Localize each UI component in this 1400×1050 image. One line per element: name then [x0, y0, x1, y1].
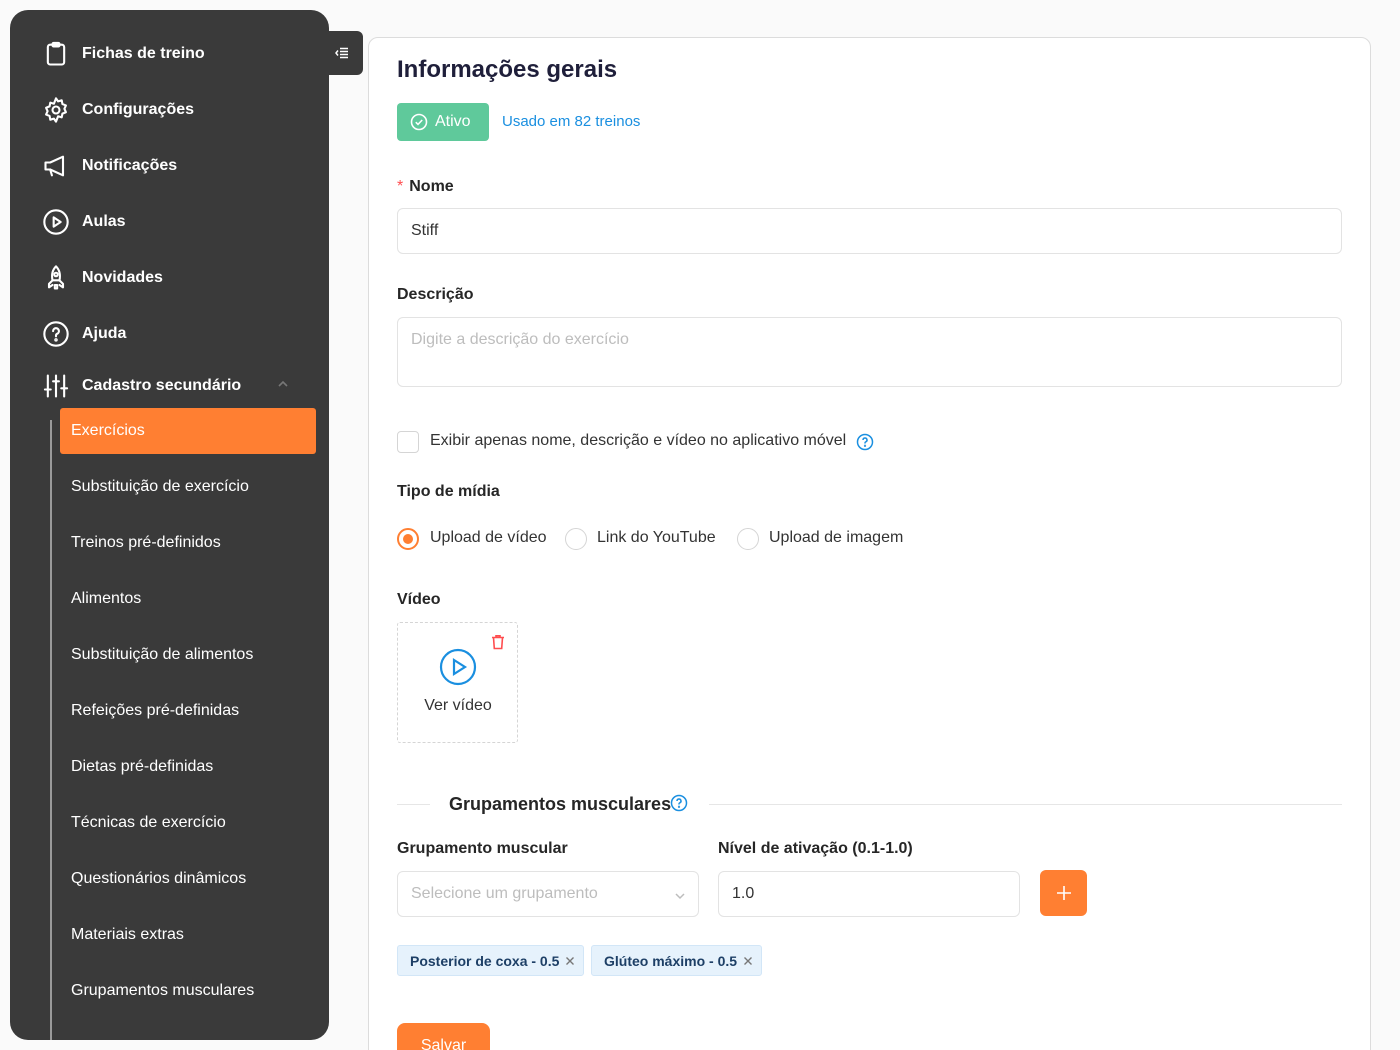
radio-youtube-link-label: Link do YouTube: [597, 529, 716, 546]
chevron-up-icon[interactable]: [276, 377, 290, 391]
close-icon[interactable]: [743, 956, 753, 966]
sidebar-item-notificacoes[interactable]: Notificações: [40, 146, 177, 186]
save-button[interactable]: Salvar: [397, 1023, 490, 1050]
sidebar-item-aulas[interactable]: Aulas: [40, 202, 126, 242]
description-label: Descrição: [397, 286, 474, 303]
sidebar-subitem-materiais-extras[interactable]: Materiais extras: [60, 912, 316, 958]
name-label: * Nome: [397, 178, 454, 196]
sidebar-item-label: Fichas de treino: [82, 45, 205, 62]
sidebar-item-fichas-de-treino[interactable]: Fichas de treino: [40, 34, 205, 74]
sidebar-subitem-substituicao-alimentos[interactable]: Substituição de alimentos: [60, 632, 316, 678]
play-circle-icon[interactable]: [438, 647, 478, 687]
question-circle-icon: [40, 318, 72, 350]
sidebar-subitem-refeicoes-predefinidas[interactable]: Refeições pré-definidas: [60, 688, 316, 734]
radio-upload-video[interactable]: [397, 528, 419, 550]
muscle-group-select[interactable]: Selecione um grupamento: [397, 871, 699, 917]
view-video-caption: Ver vídeo: [424, 697, 492, 714]
divider: [397, 804, 430, 805]
sidebar-subitem-exercicios[interactable]: Exercícios: [60, 408, 316, 454]
submenu-line: [50, 420, 52, 1040]
megaphone-icon: [40, 150, 72, 182]
gear-icon: [40, 94, 72, 126]
muscle-group-label: Grupamento muscular: [397, 840, 568, 857]
add-muscle-group-button[interactable]: [1040, 870, 1087, 916]
description-textarea[interactable]: Digite a descrição do exercício: [397, 317, 1342, 387]
name-input[interactable]: Stiff: [397, 208, 1342, 254]
page-title: Informações gerais: [397, 56, 618, 83]
muscle-group-placeholder: Selecione um grupamento: [411, 885, 598, 902]
sidebar-item-label: Notificações: [82, 157, 178, 174]
sidebar-item-label: Configurações: [82, 101, 195, 118]
status-badge: Ativo: [397, 103, 489, 141]
help-icon[interactable]: [670, 794, 688, 812]
sliders-icon: [40, 370, 72, 402]
video-label: Vídeo: [397, 591, 441, 608]
clipboard-icon: [40, 38, 72, 70]
muscle-tag: Posterior de coxa - 0.5: [397, 945, 585, 976]
sidebar-item-cadastro-secundario[interactable]: Cadastro secundário: [40, 366, 241, 406]
collapse-sidebar-button[interactable]: [321, 31, 363, 75]
mobile-only-checkbox[interactable]: [397, 431, 419, 453]
muscle-tag: Glúteo máximo - 0.5: [591, 945, 763, 976]
mobile-only-label: Exibir apenas nome, descrição e vídeo no…: [430, 432, 847, 449]
video-preview[interactable]: Ver vídeo: [397, 622, 518, 743]
sidebar-subitem-grupamentos-musculares[interactable]: Grupamentos musculares: [60, 968, 316, 1014]
required-asterisk: *: [397, 178, 404, 195]
muscle-tag-label: Glúteo máximo - 0.5: [604, 952, 738, 969]
activation-input[interactable]: 1.0: [718, 871, 1020, 917]
sidebar: Fichas de treino Configurações Notificaç…: [10, 10, 329, 1040]
chevron-down-icon: [674, 889, 686, 901]
activation-label: Nível de ativação (0.1-1.0): [718, 840, 913, 857]
exercise-form-card: Informações gerais Ativo Usado em 82 tre…: [368, 37, 1371, 1050]
usage-link[interactable]: Usado em 82 treinos: [502, 113, 640, 130]
menu-fold-icon: [334, 45, 350, 61]
radio-youtube-link[interactable]: [565, 528, 587, 550]
delete-icon[interactable]: [489, 633, 507, 651]
sidebar-subitem-treinos-predefinidos[interactable]: Treinos pré-definidos: [60, 520, 316, 566]
sidebar-subitem-dietas-predefinidas[interactable]: Dietas pré-definidas: [60, 744, 316, 790]
sidebar-item-label: Ajuda: [82, 325, 127, 342]
sidebar-item-novidades[interactable]: Novidades: [40, 258, 163, 298]
divider: [709, 804, 1342, 805]
status-text: Ativo: [435, 113, 471, 130]
help-icon[interactable]: [856, 433, 874, 451]
muscle-section-title: Grupamentos musculares: [449, 794, 671, 815]
close-icon[interactable]: [565, 956, 575, 966]
plus-icon: [1056, 886, 1071, 900]
sidebar-item-configuracoes[interactable]: Configurações: [40, 90, 194, 130]
muscle-section-title-text: Grupamentos musculares: [449, 794, 672, 814]
sidebar-subitem-questionarios-dinamicos[interactable]: Questionários dinâmicos: [60, 856, 316, 902]
sidebar-subitem-substituicao-exercicio[interactable]: Substituição de exercício: [60, 464, 316, 510]
radio-upload-image-label: Upload de imagem: [769, 529, 904, 546]
check-circle-icon: [410, 113, 428, 131]
sidebar-subitem-tecnicas-exercicio[interactable]: Técnicas de exercício: [60, 800, 316, 846]
sidebar-item-label: Aulas: [82, 213, 126, 230]
radio-upload-image[interactable]: [737, 528, 759, 550]
sidebar-subitem-alimentos[interactable]: Alimentos: [60, 576, 316, 622]
sidebar-item-ajuda[interactable]: Ajuda: [40, 314, 126, 354]
play-circle-icon: [40, 206, 72, 238]
sidebar-item-label: Cadastro secundário: [82, 377, 242, 394]
rocket-icon: [40, 262, 72, 294]
radio-upload-video-label: Upload de vídeo: [430, 529, 547, 546]
media-type-label: Tipo de mídia: [397, 483, 500, 500]
muscle-tag-label: Posterior de coxa - 0.5: [410, 952, 560, 969]
sidebar-item-label: Novidades: [82, 269, 163, 286]
name-label-text: Nome: [409, 178, 454, 195]
